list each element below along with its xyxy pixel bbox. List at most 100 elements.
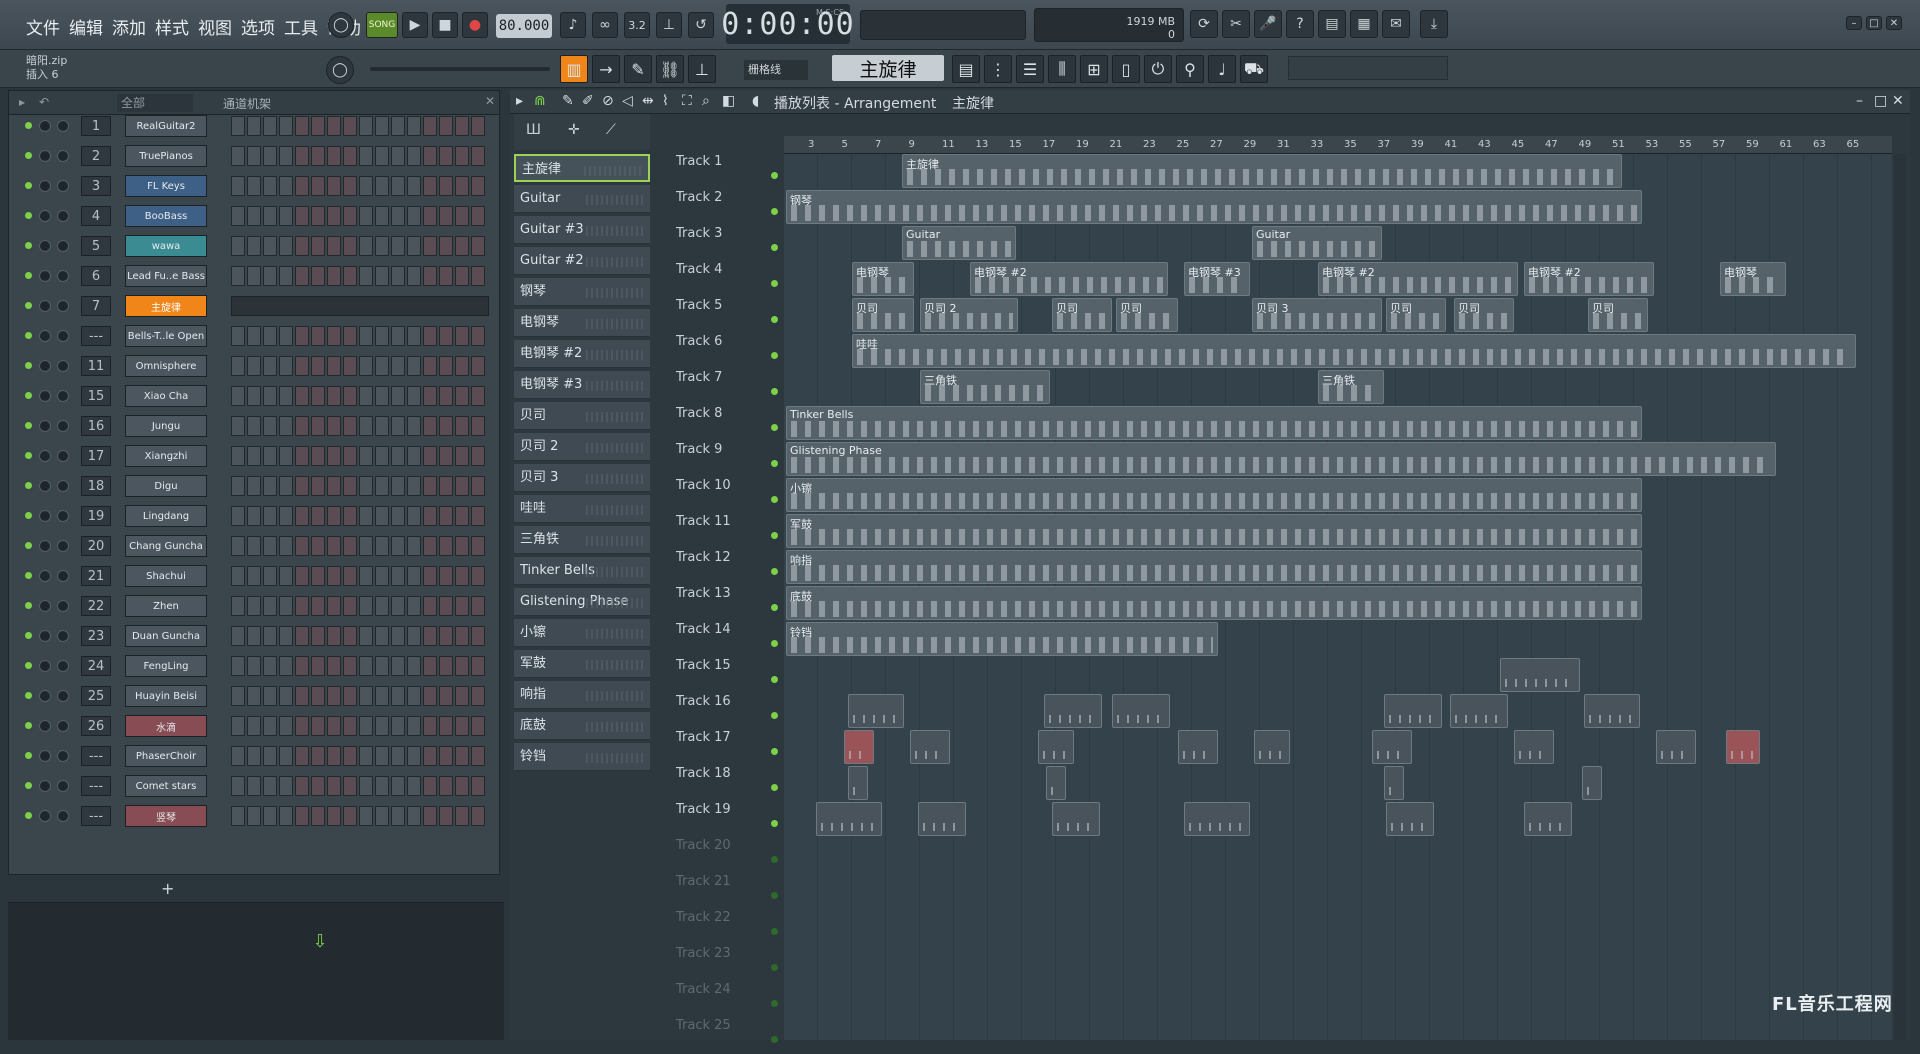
step-button[interactable]: [231, 116, 245, 136]
step-button[interactable]: [391, 566, 405, 586]
channel-name-button[interactable]: FengLing: [125, 655, 207, 677]
mixer-track-number[interactable]: 18: [81, 476, 111, 496]
track-header[interactable]: Track 12: [672, 550, 784, 586]
channel-row[interactable]: 15 Xiao Cha: [21, 385, 491, 407]
step-button[interactable]: [231, 146, 245, 166]
step-button[interactable]: [247, 716, 261, 736]
select-tool-icon[interactable]: ⛶: [682, 93, 692, 109]
track-mute-led[interactable]: [771, 424, 778, 431]
step-button[interactable]: [311, 656, 325, 676]
step-button[interactable]: [311, 806, 325, 826]
menu-patterns[interactable]: 样式: [155, 14, 189, 39]
step-sequencer[interactable]: [231, 716, 485, 736]
channel-led[interactable]: [25, 512, 32, 519]
pattern-clip[interactable]: 哇哇: [852, 334, 1856, 368]
pan-knob[interactable]: [39, 360, 51, 372]
step-button[interactable]: [311, 446, 325, 466]
channel-led[interactable]: [25, 542, 32, 549]
step-button[interactable]: [295, 326, 309, 346]
step-button[interactable]: [359, 386, 373, 406]
step-button[interactable]: [263, 626, 277, 646]
step-sequencer[interactable]: [231, 356, 485, 376]
step-sequencer[interactable]: [231, 146, 485, 166]
channel-name-button[interactable]: Shachui: [125, 565, 207, 587]
step-button[interactable]: [407, 566, 421, 586]
step-button[interactable]: [263, 446, 277, 466]
step-button[interactable]: [455, 776, 469, 796]
pattern-clone-icon[interactable]: ⟋: [606, 122, 616, 138]
step-button[interactable]: [439, 356, 453, 376]
play-button[interactable]: ▶: [402, 12, 428, 38]
pattern-clip[interactable]: Guitar: [902, 226, 1016, 260]
channel-row[interactable]: 4 BooBass: [21, 205, 491, 227]
step-button[interactable]: [455, 446, 469, 466]
step-button[interactable]: [359, 176, 373, 196]
step-sequencer[interactable]: [231, 386, 485, 406]
pattern-add-icon[interactable]: ✛: [568, 122, 580, 138]
track-header[interactable]: Track 2: [672, 190, 784, 226]
step-button[interactable]: [247, 746, 261, 766]
step-button[interactable]: [327, 416, 341, 436]
mixer-track-number[interactable]: 2: [81, 146, 111, 166]
pattern-clip[interactable]: 军鼓: [786, 514, 1642, 548]
arrow-icon[interactable]: ▸: [19, 95, 25, 109]
step-button[interactable]: [359, 596, 373, 616]
step-button[interactable]: [471, 176, 485, 196]
volume-slider[interactable]: [370, 67, 550, 71]
step-button[interactable]: [375, 176, 389, 196]
step-button[interactable]: [311, 146, 325, 166]
pan-knob[interactable]: [39, 720, 51, 732]
step-button[interactable]: [231, 686, 245, 706]
track-mute-led[interactable]: [771, 928, 778, 935]
audio-clip[interactable]: [1726, 730, 1760, 764]
volume-knob[interactable]: [57, 720, 69, 732]
step-button[interactable]: [391, 266, 405, 286]
cart-icon[interactable]: ⛟: [1240, 55, 1268, 83]
cut-icon[interactable]: ✂: [1222, 10, 1250, 38]
volume-knob[interactable]: [57, 570, 69, 582]
step-button[interactable]: [407, 416, 421, 436]
channel-name-button[interactable]: Huayin Beisi: [125, 685, 207, 707]
step-button[interactable]: [359, 476, 373, 496]
pattern-item[interactable]: 贝司 2: [514, 433, 650, 461]
channel-name-button[interactable]: 水滴: [125, 715, 207, 737]
step-button[interactable]: [231, 356, 245, 376]
audio-clip[interactable]: [1384, 766, 1404, 800]
step-button[interactable]: [439, 146, 453, 166]
channel-led[interactable]: [25, 182, 32, 189]
channel-led[interactable]: [25, 452, 32, 459]
channel-row[interactable]: 3 FL Keys: [21, 175, 491, 197]
volume-knob[interactable]: [57, 420, 69, 432]
step-button[interactable]: [327, 386, 341, 406]
step-sequencer[interactable]: [231, 296, 489, 316]
mixer-track-number[interactable]: 20: [81, 536, 111, 556]
step-button[interactable]: [311, 776, 325, 796]
step-button[interactable]: [279, 596, 293, 616]
step-button[interactable]: [439, 116, 453, 136]
step-button[interactable]: [359, 566, 373, 586]
step-button[interactable]: [423, 506, 437, 526]
master-volume-knob[interactable]: ◯: [328, 12, 354, 38]
channel-row[interactable]: 17 Xiangzhi: [21, 445, 491, 467]
step-sequencer[interactable]: [231, 176, 485, 196]
step-button[interactable]: [359, 116, 373, 136]
step-button[interactable]: [263, 806, 277, 826]
pan-knob[interactable]: [39, 540, 51, 552]
step-button[interactable]: [439, 326, 453, 346]
track-mute-led[interactable]: [771, 568, 778, 575]
audio-clip[interactable]: [1656, 730, 1696, 764]
step-button[interactable]: [343, 326, 357, 346]
menu-edit[interactable]: 编辑: [69, 14, 103, 39]
step-button[interactable]: [407, 356, 421, 376]
channel-filter[interactable]: 全部: [117, 94, 193, 112]
mixer-track-number[interactable]: 1: [81, 116, 111, 136]
step-button[interactable]: [327, 716, 341, 736]
pattern-item[interactable]: 三角铁: [514, 526, 650, 554]
step-button[interactable]: [343, 716, 357, 736]
step-button[interactable]: [439, 506, 453, 526]
mixer-track-number[interactable]: ---: [81, 806, 111, 826]
step-button[interactable]: [439, 176, 453, 196]
volume-knob[interactable]: [57, 120, 69, 132]
pan-knob[interactable]: [39, 810, 51, 822]
playlist-minimize-icon[interactable]: –: [1856, 93, 1863, 109]
